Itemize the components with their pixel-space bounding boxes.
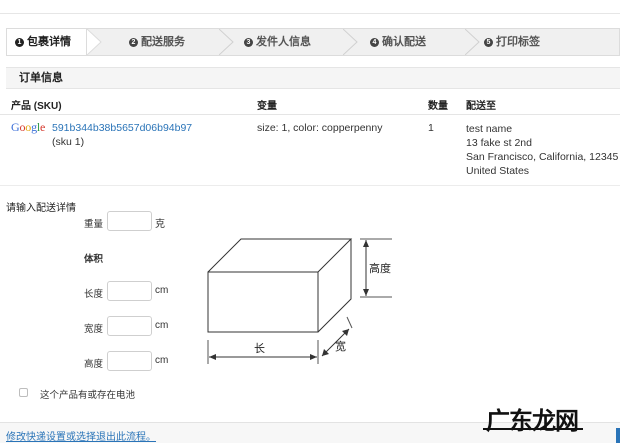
arrow-down-icon — [363, 289, 369, 296]
step-label: 打印标签 — [496, 36, 540, 48]
width-input[interactable] — [107, 316, 152, 336]
address-line: 13 fake st 2nd — [466, 137, 532, 149]
product-sku-link[interactable]: 591b344b38b5657d06b94b97 — [52, 122, 192, 134]
shipping-details-title: 请输入配送详情 — [6, 203, 76, 214]
address-line: United States — [466, 165, 530, 177]
step-number: 5 — [484, 38, 493, 47]
diagram-length-label: 长 — [254, 342, 265, 355]
column-header-ship-to: 配送至 — [466, 101, 496, 112]
battery-checkbox[interactable] — [19, 388, 28, 397]
diagram-height-label: 高度 — [369, 261, 391, 275]
arrow-up-icon — [363, 240, 369, 247]
step-package-details[interactable]: 1 包裹详情 — [7, 29, 87, 55]
step-confirm-shipping[interactable]: 4 确认配送 — [370, 29, 426, 55]
order-info-heading: 订单信息 — [6, 67, 620, 89]
step-number: 3 — [244, 38, 253, 47]
battery-checkbox-label: 这个产品有或存在电池 — [40, 390, 136, 401]
weight-label: 重量 — [84, 219, 104, 230]
weight-unit: 克 — [155, 219, 165, 230]
table-divider — [0, 185, 620, 186]
height-input[interactable] — [107, 351, 152, 371]
step-number: 4 — [370, 38, 379, 47]
width-extension-line — [346, 316, 353, 329]
arrow-right-icon — [310, 354, 317, 360]
box-dimensions-diagram: 高度 长 宽 — [207, 238, 392, 364]
step-shipping-service[interactable]: 2 配送服务 — [129, 29, 185, 55]
address-line: San Francisco, California, 12345 — [466, 151, 619, 163]
google-logo: Google — [11, 120, 46, 134]
product-sku-sub: (sku 1) — [52, 136, 85, 148]
chevron-right-icon — [219, 29, 234, 55]
address-line: test name — [466, 123, 513, 135]
column-header-product: 产品 (SKU) — [11, 101, 62, 112]
weight-input[interactable] — [107, 211, 152, 231]
step-label: 发件人信息 — [256, 36, 311, 48]
product-quantity: 1 — [428, 122, 434, 134]
diagram-width-label: 宽 — [335, 339, 346, 353]
step-print-label[interactable]: 5 打印标签 — [484, 29, 540, 55]
product-variant: size: 1, color: copperpenny — [257, 122, 383, 134]
chevron-right-icon — [343, 29, 358, 55]
modify-settings-link[interactable]: 修改快递设置或选择退出此流程。 — [6, 428, 156, 443]
step-sender-info[interactable]: 3 发件人信息 — [244, 29, 311, 55]
step-label: 配送服务 — [141, 36, 185, 48]
chevron-right-icon — [87, 29, 102, 55]
height-unit: cm — [155, 355, 169, 366]
width-unit: cm — [155, 320, 169, 331]
height-label: 高度 — [84, 359, 104, 370]
length-label: 长度 — [84, 289, 104, 300]
box-side-face — [317, 239, 352, 333]
step-label: 包裹详情 — [27, 36, 71, 48]
step-label: 确认配送 — [382, 36, 426, 48]
length-input[interactable] — [107, 281, 152, 301]
step-number: 1 — [15, 38, 24, 47]
top-divider — [0, 13, 620, 14]
watermark-underline — [483, 428, 583, 430]
column-header-qty: 数量 — [428, 101, 448, 112]
step-number: 2 — [129, 38, 138, 47]
scroll-indicator — [616, 428, 620, 443]
ship-to-address: test name 13 fake st 2nd San Francisco, … — [466, 122, 618, 178]
step-progress-bar: 1 包裹详情 2 配送服务 3 发件人信息 4 确认配送 5 打印标签 — [6, 28, 620, 56]
box-front-face — [207, 271, 319, 333]
column-header-variant: 变量 — [257, 101, 277, 112]
volume-label: 体积 — [84, 254, 104, 265]
table-divider — [0, 114, 620, 115]
box-top-face — [207, 238, 353, 273]
arrow-left-icon — [209, 354, 216, 360]
watermark-text: 广东龙网 — [486, 407, 579, 435]
chevron-right-icon — [465, 29, 480, 55]
length-unit: cm — [155, 285, 169, 296]
width-label: 宽度 — [84, 324, 104, 335]
